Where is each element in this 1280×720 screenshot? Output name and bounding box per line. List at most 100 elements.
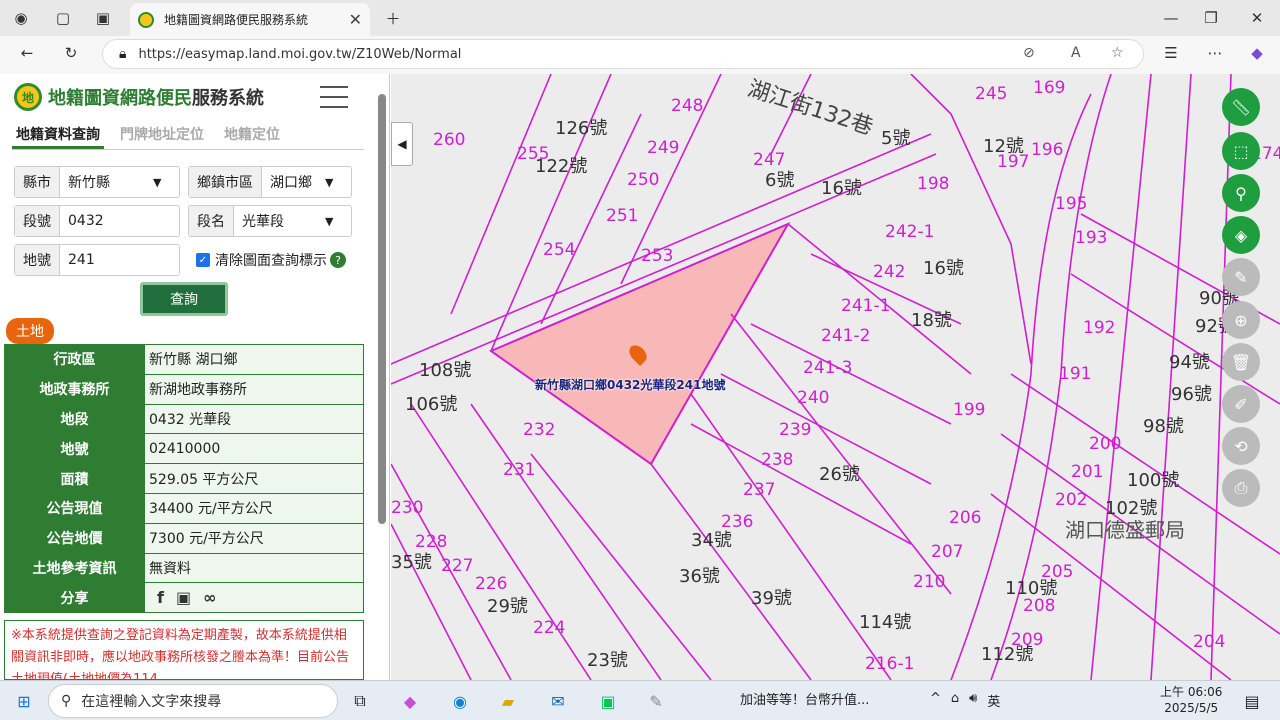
browser-tab[interactable]: 地籍圖資網路便民服務系統 ✕: [130, 3, 370, 36]
link-icon[interactable]: ∞: [203, 588, 216, 607]
disclaimer-notice: ※本系統提供查詢之登記資料為定期產製，故本系統提供相關資訊非即時，應以地政事務所…: [4, 620, 364, 680]
land-info-table: 行政區 新竹縣 湖口鄉 地政事務所 新湖地政事務所 地段 0432 光華段 地號 024…: [4, 344, 364, 614]
network-icon[interactable]: ⌂: [951, 691, 959, 710]
read-aloud-icon[interactable]: A: [1071, 45, 1081, 61]
pin-label: 新竹縣湖口鄉0432光華段241地號: [535, 378, 726, 392]
tracking-icon[interactable]: ⊘: [1023, 45, 1035, 61]
tab-actions-icon[interactable]: ▣: [90, 6, 116, 30]
share-row: 分享 f ▣ ∞: [4, 582, 364, 614]
volume-icon[interactable]: 🔊︎: [969, 691, 977, 710]
table-row: 地政事務所 新湖地政事務所: [4, 373, 364, 405]
site-favicon-icon: [138, 11, 154, 28]
file-explorer-icon[interactable]: ▰: [494, 687, 522, 715]
section-name-label: 段名: [189, 206, 234, 236]
my-location-icon[interactable]: ⊕: [1222, 301, 1260, 339]
copilot-app-icon[interactable]: ◆: [396, 687, 424, 715]
info-value: 無資料: [144, 552, 364, 584]
clock-time: 上午 06:06: [1160, 685, 1223, 699]
info-value: 529.05 平方公尺: [144, 463, 364, 494]
town-label: 鄉鎮市區: [189, 167, 262, 197]
info-value: 34400 元/平方公尺: [144, 492, 364, 524]
query-panel: 地 地籍圖資網路便民服務系統 地籍資料查詢 門牌地址定位 地籍定位 縣市 新竹縣…: [0, 74, 390, 680]
line-icon[interactable]: ▣: [176, 588, 191, 607]
county-select[interactable]: 縣市 新竹縣 ▼: [14, 166, 180, 198]
print-icon[interactable]: ⎙: [1222, 469, 1260, 507]
table-row: 公告地價 7300 元/平方公尺: [4, 522, 364, 554]
notifications-icon[interactable]: ▤: [1238, 687, 1266, 715]
town-select[interactable]: 鄉鎮市區 湖口鄉 ▼: [188, 166, 352, 198]
windows-start-icon[interactable]: ⊞: [10, 687, 38, 715]
town-value: 湖口鄉: [270, 175, 312, 191]
back-icon[interactable]: ←: [14, 41, 40, 65]
trash-icon[interactable]: 🗑︎: [1222, 343, 1260, 381]
clock-date: 2025/5/5: [1164, 701, 1219, 715]
edit-icon[interactable]: ✐: [1222, 385, 1260, 423]
refresh-icon[interactable]: ↻: [58, 41, 84, 65]
address-bar[interactable]: 🔒︎ https://easymap.land.moi.gov.tw/Z10We…: [102, 39, 1144, 69]
info-value: 0432 光華段: [144, 403, 364, 435]
select-tool-icon[interactable]: ⬚: [1222, 132, 1260, 170]
nav-bar: ← ↻ 🔒︎ https://easymap.land.moi.gov.tw/Z…: [0, 36, 1280, 74]
favorite-star-icon[interactable]: ☆: [1111, 45, 1124, 61]
ime-indicator[interactable]: 英: [987, 691, 1000, 710]
maximize-icon[interactable]: ❐: [1198, 6, 1224, 30]
panel-scrollbar[interactable]: [378, 82, 386, 674]
outlook-icon[interactable]: ✉: [544, 687, 572, 715]
tab-address-locate[interactable]: 門牌地址定位: [116, 122, 208, 149]
tray-overflow-icon[interactable]: ^: [930, 691, 941, 710]
tab-cadastral-query[interactable]: 地籍資料查詢: [12, 122, 104, 149]
workspaces-icon[interactable]: ▢: [50, 6, 76, 30]
taskbar-search[interactable]: ⚲ 在這裡輸入文字來搜尋: [48, 684, 338, 718]
clear-marker-checkbox[interactable]: ✓: [196, 253, 210, 267]
query-button[interactable]: 查詢: [140, 282, 228, 316]
info-value: 02410000: [144, 433, 364, 465]
hamburger-menu-icon[interactable]: [320, 86, 348, 108]
search-icon: ⚲: [61, 693, 72, 709]
new-tab-icon[interactable]: ＋: [380, 6, 406, 30]
lock-icon: 🔒︎: [119, 46, 127, 62]
favorites-icon[interactable]: ☰: [1158, 41, 1184, 65]
draw-tool-icon[interactable]: ✎: [1222, 258, 1260, 296]
lot-number-field[interactable]: 地號 241: [14, 244, 180, 276]
news-widget[interactable]: 加油等等！台幣升值...: [740, 689, 869, 708]
share-label: 分享: [4, 582, 145, 614]
info-key: 公告地價: [4, 522, 145, 554]
copilot-icon[interactable]: ◆: [1244, 41, 1270, 65]
clear-marker-label: 清除圖面查詢標示: [215, 253, 327, 269]
profile-icon[interactable]: ◉: [8, 6, 34, 30]
tab-cadastral-locate[interactable]: 地籍定位: [220, 122, 284, 149]
history-icon[interactable]: ⟲: [1222, 427, 1260, 465]
collapse-panel-button[interactable]: ◀: [391, 122, 413, 166]
edge-icon[interactable]: ◉: [446, 687, 474, 715]
close-window-icon[interactable]: ✕: [1244, 6, 1270, 30]
task-view-icon[interactable]: ⧉: [346, 687, 374, 715]
county-value: 新竹縣: [68, 175, 110, 191]
table-row: 行政區 新竹縣 湖口鄉: [4, 344, 364, 375]
info-key: 行政區: [4, 344, 145, 375]
close-tab-icon[interactable]: ✕: [349, 10, 362, 29]
site-title: 地籍圖資網路便民服務系統: [48, 84, 264, 110]
section-name-value: 光華段: [242, 214, 284, 230]
section-name-select[interactable]: 段名 光華段 ▼: [188, 205, 352, 237]
more-icon[interactable]: ⋯: [1202, 41, 1228, 65]
measure-ruler-icon[interactable]: 📏︎: [1222, 88, 1260, 126]
search-locate-icon[interactable]: ⚲: [1222, 174, 1260, 212]
clock[interactable]: 上午 06:06 2025/5/5: [1160, 684, 1222, 716]
line-app-icon[interactable]: ▣: [594, 687, 622, 715]
land-section-badge: 土地: [6, 318, 54, 344]
site-header: 地 地籍圖資網路便民服務系統: [14, 80, 264, 114]
table-row: 公告現值 34400 元/平方公尺: [4, 492, 364, 524]
help-icon[interactable]: ?: [330, 252, 346, 268]
info-key: 地政事務所: [4, 373, 145, 405]
table-row: 土地參考資訊 無資料: [4, 552, 364, 584]
table-row: 地號 02410000: [4, 433, 364, 465]
facebook-icon[interactable]: f: [157, 588, 164, 607]
url-text: https://easymap.land.moi.gov.tw/Z10Web/N…: [138, 46, 462, 62]
cadastral-map[interactable]: 湖江街132巷 湖口德盛郵局 248 249 250 251 254 253 255 2…: [391, 74, 1280, 680]
paint-icon[interactable]: ✎: [642, 687, 670, 715]
info-key: 土地參考資訊: [4, 552, 145, 584]
section-no-field[interactable]: 段號 0432: [14, 205, 180, 237]
minimize-icon[interactable]: —: [1158, 6, 1184, 30]
tab-title: 地籍圖資網路便民服務系統: [164, 13, 309, 27]
layers-icon[interactable]: ◈: [1222, 216, 1260, 254]
